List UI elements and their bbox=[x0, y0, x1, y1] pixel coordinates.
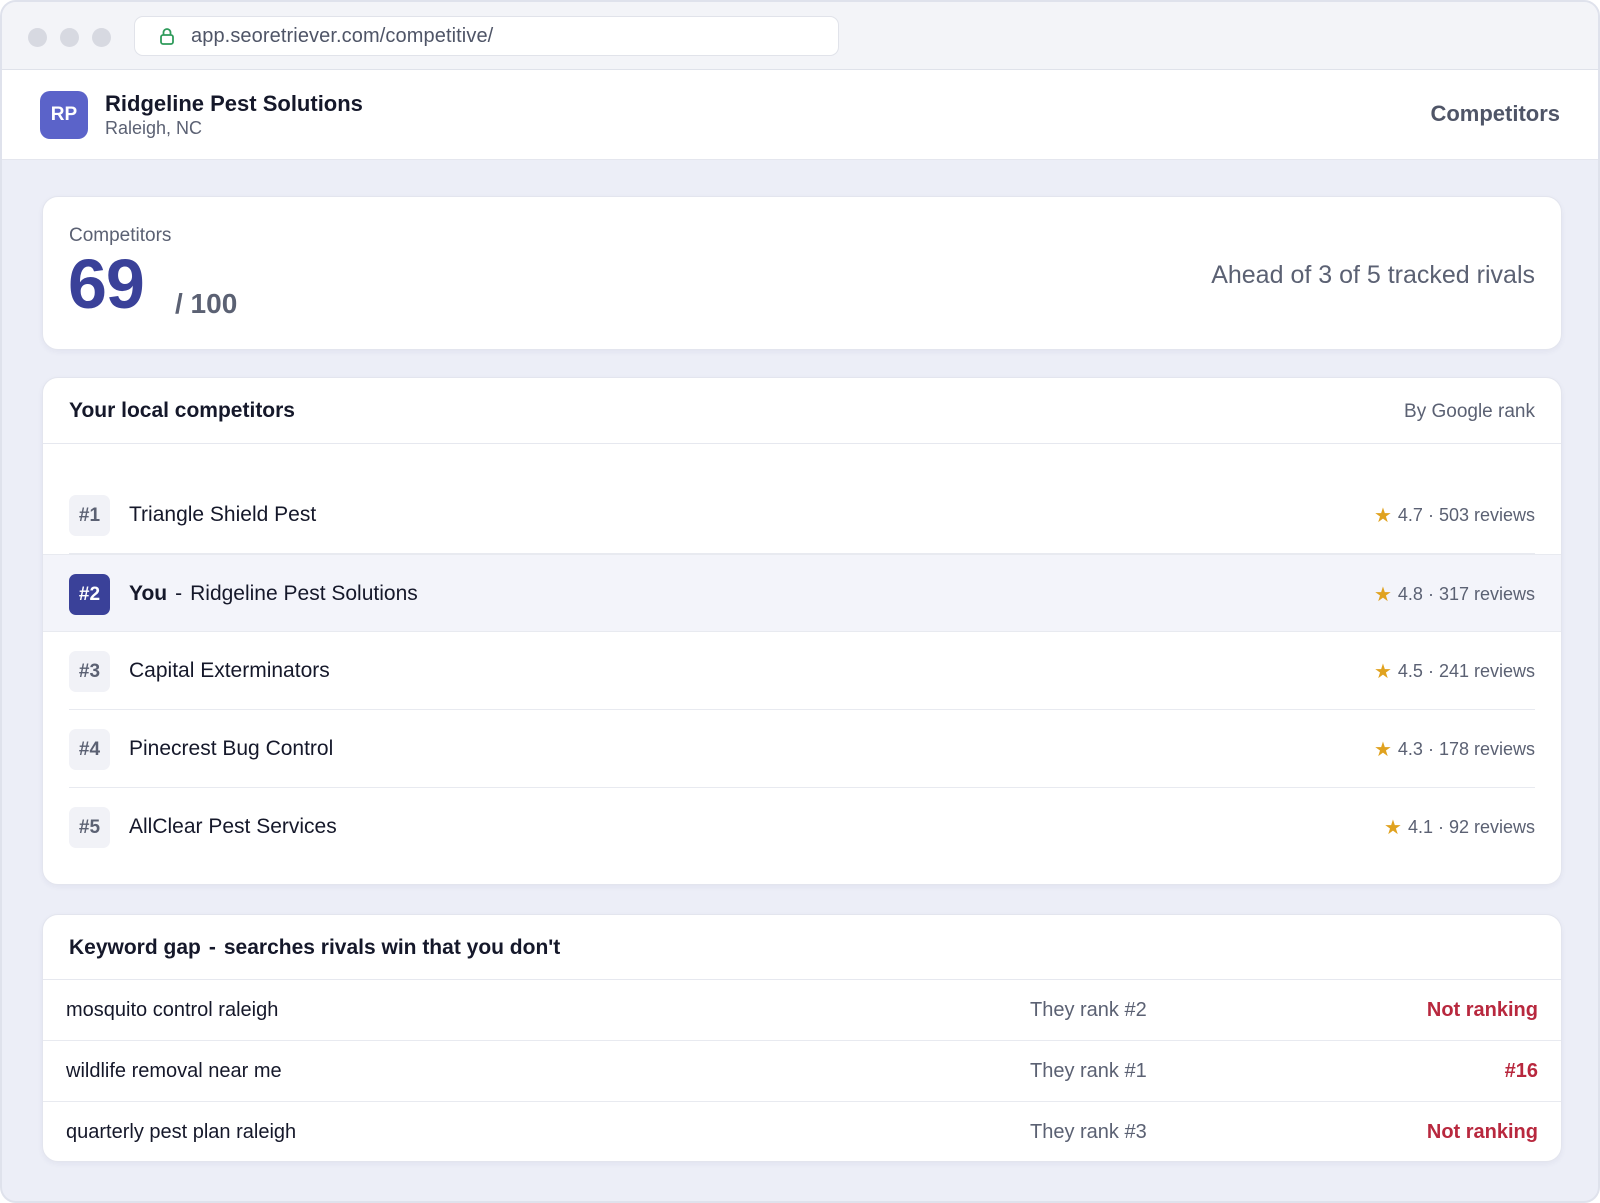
competitors-card: Your local competitors By Google rank #1… bbox=[42, 377, 1562, 885]
title-separator: - bbox=[208, 936, 216, 959]
rank-badge: #2 bbox=[69, 574, 110, 615]
score-card: Competitors 69 / 100 Ahead of 3 of 5 tra… bbox=[42, 196, 1562, 350]
score-summary: Ahead of 3 of 5 tracked rivals bbox=[1211, 261, 1535, 289]
keyword-row[interactable]: quarterly pest plan raleigh They rank #3… bbox=[43, 1102, 1561, 1161]
competitor-rating: ★ 4.8 · 317 reviews bbox=[1374, 584, 1535, 605]
rank-badge: #4 bbox=[69, 729, 110, 770]
business-avatar: RP bbox=[40, 91, 88, 139]
rank-badge: #5 bbox=[69, 807, 110, 848]
window-minimize-dot[interactable] bbox=[60, 28, 79, 47]
score-max: / 100 bbox=[175, 288, 238, 319]
rival-rank: They rank #1 bbox=[1030, 1060, 1147, 1082]
browser-window: app.seoretriever.com/competitive/ RP Rid… bbox=[0, 0, 1600, 1203]
competitor-name: Capital Exterminators bbox=[129, 659, 330, 682]
keyword-gap-header: Keyword gap - searches rivals win that you… bbox=[43, 915, 1561, 980]
competitor-name: Pinecrest Bug Control bbox=[129, 737, 334, 760]
rating-text: 4.1 · 92 reviews bbox=[1407, 817, 1535, 837]
keyword-row[interactable]: mosquito control raleigh They rank #2 No… bbox=[43, 980, 1561, 1041]
page-title: Competitors bbox=[1430, 101, 1560, 126]
competitor-rating: ★ 4.3 · 178 reviews bbox=[1374, 739, 1535, 760]
address-bar[interactable]: app.seoretriever.com/competitive/ bbox=[134, 16, 839, 56]
star-icon: ★ bbox=[1373, 504, 1392, 527]
url-text: app.seoretriever.com/competitive/ bbox=[191, 24, 494, 47]
rating-text: 4.7 · 503 reviews bbox=[1397, 505, 1535, 525]
keyword-term: wildlife removal near me bbox=[66, 1060, 282, 1082]
rival-rank: They rank #3 bbox=[1030, 1121, 1147, 1143]
competitor-name-text: Ridgeline Pest Solutions bbox=[190, 582, 418, 605]
name-separator: - bbox=[175, 582, 183, 605]
star-icon: ★ bbox=[1384, 816, 1402, 839]
competitor-rating: ★ 4.5 · 241 reviews bbox=[1374, 661, 1535, 682]
rank-badge: #1 bbox=[69, 495, 110, 536]
window-close-dot[interactable] bbox=[28, 28, 47, 47]
window-maximize-dot[interactable] bbox=[92, 28, 111, 47]
competitor-row[interactable]: #3 Capital Exterminators ★ 4.5 · 241 revi… bbox=[69, 632, 1535, 710]
rating-text: 4.5 · 241 reviews bbox=[1397, 661, 1535, 681]
your-rank: Not ranking bbox=[1426, 999, 1538, 1021]
keyword-gap-title: Keyword gap - searches rivals win that you… bbox=[69, 936, 560, 960]
competitor-row[interactable]: #1 Triangle Shield Pest ★ 4.7 · 503 revie… bbox=[69, 476, 1535, 554]
keyword-gap-subtitle: searches rivals win that you don't bbox=[223, 936, 561, 959]
business-location: Raleigh, NC bbox=[105, 118, 203, 138]
app-header: RP Ridgeline Pest Solutions Raleigh, NC … bbox=[2, 70, 1598, 160]
star-icon: ★ bbox=[1373, 583, 1392, 606]
competitor-rating: ★ 4.7 · 503 reviews bbox=[1374, 505, 1535, 526]
competitor-row[interactable]: #4 Pinecrest Bug Control ★ 4.3 · 178 revi… bbox=[69, 710, 1535, 788]
keyword-term: mosquito control raleigh bbox=[66, 999, 279, 1021]
score-value: 69 bbox=[68, 245, 145, 323]
competitor-list: #1 Triangle Shield Pest ★ 4.7 · 503 revie… bbox=[43, 476, 1561, 866]
competitor-name: Triangle Shield Pest bbox=[129, 503, 317, 526]
competitor-row[interactable]: #5 AllClear Pest Services ★ 4.1 · 92 revi… bbox=[69, 788, 1535, 866]
keyword-gap-card: Keyword gap - searches rivals win that you… bbox=[42, 914, 1562, 1162]
rating-text: 4.3 · 178 reviews bbox=[1397, 739, 1535, 759]
business-name: Ridgeline Pest Solutions bbox=[105, 91, 363, 116]
you-label: You bbox=[129, 582, 168, 605]
competitor-row-you[interactable]: #2 You - Ridgeline Pest Solutions ★ 4.8 · 3… bbox=[43, 554, 1561, 632]
keyword-term: quarterly pest plan raleigh bbox=[66, 1121, 297, 1143]
your-rank: Not ranking bbox=[1426, 1121, 1538, 1143]
sort-label[interactable]: By Google rank bbox=[1404, 401, 1535, 423]
star-icon: ★ bbox=[1373, 738, 1392, 761]
competitors-header: Your local competitors By Google rank bbox=[43, 378, 1561, 444]
score-label: Competitors bbox=[69, 225, 172, 246]
keyword-gap-title-main: Keyword gap bbox=[69, 936, 201, 959]
competitors-title: Your local competitors bbox=[69, 399, 295, 422]
competitor-rating: ★ 4.1 · 92 reviews bbox=[1384, 817, 1535, 838]
keyword-row[interactable]: wildlife removal near me They rank #1 #1… bbox=[43, 1041, 1561, 1102]
rank-badge: #3 bbox=[69, 651, 110, 692]
browser-chrome: app.seoretriever.com/competitive/ bbox=[2, 2, 1598, 70]
competitor-name: AllClear Pest Services bbox=[129, 815, 337, 838]
your-rank: #16 bbox=[1504, 1060, 1538, 1082]
lock-icon bbox=[160, 28, 174, 45]
rival-rank: They rank #2 bbox=[1030, 999, 1147, 1021]
competitor-name: You - Ridgeline Pest Solutions bbox=[129, 582, 418, 606]
rating-text: 4.8 · 317 reviews bbox=[1397, 584, 1535, 604]
star-icon: ★ bbox=[1373, 660, 1392, 683]
